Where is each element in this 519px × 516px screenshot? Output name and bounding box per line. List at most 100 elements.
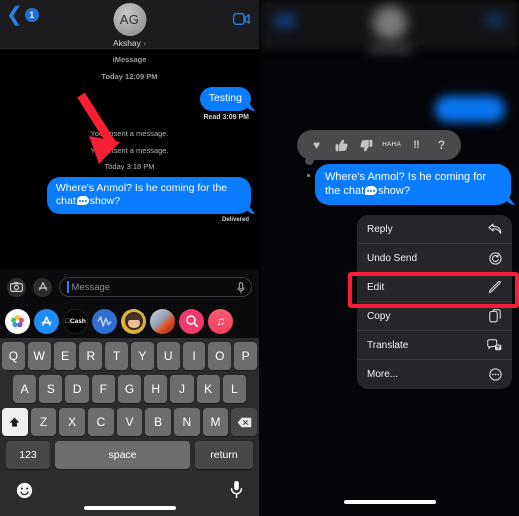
key-s[interactable]: S [39,375,63,403]
key-w[interactable]: W [27,342,51,370]
audio-waveform-icon [97,315,112,327]
exclamation-tapback[interactable]: ‼ [409,139,424,151]
emoji-key[interactable] [16,482,33,504]
sticker-thumbnail [150,308,175,334]
dictation-key[interactable] [230,480,243,504]
key-j[interactable]: J [170,375,194,403]
onscreen-keyboard[interactable]: Q W E R T Y U I O P A S D F G H J K L Z … [0,338,259,474]
app-store-app-icon[interactable] [34,308,59,334]
context-menu-item-reply[interactable]: Reply [357,215,512,244]
screenshot-stage: ❮ 1 AG Akshay › iMessage Today 12:09 PM [0,0,519,516]
key-f[interactable]: F [91,375,115,403]
context-menu-item-undo-send[interactable]: Undo Send [357,244,512,273]
blurred-avatar [372,6,407,40]
thumbs-up-tapback[interactable] [334,139,349,152]
haha-tapback[interactable]: HA HA [382,140,401,149]
key-r[interactable]: R [79,342,103,370]
memoji-app-icon[interactable] [121,308,146,334]
context-menu-label: Copy [367,310,391,322]
message-input-bar: Message [0,270,259,304]
context-menu-label: Undo Send [367,252,418,264]
reply-arrow-icon [488,223,502,235]
heart-tapback[interactable]: ♥ [309,138,324,152]
right-phone-panel: ♥ HA HA ‼ ? Where's Anmol? Is he coming … [259,0,519,516]
apple-cash-app-icon[interactable]: Cash [63,308,88,334]
camera-button[interactable] [7,277,26,297]
back-button[interactable]: ❮ 1 [6,4,39,26]
key-l[interactable]: L [222,375,246,403]
unread-badge: 1 [24,8,39,22]
tapback-reaction-bar[interactable]: ♥ HA HA ‼ ? [297,130,461,165]
facetime-button[interactable] [232,12,250,30]
message-text-part2: show? [89,195,121,207]
digital-touch-app-icon[interactable] [92,308,117,334]
key-x[interactable]: X [59,408,85,436]
read-receipt: Read 3:09 PM [203,114,249,121]
home-indicator [343,500,436,504]
music-app-icon[interactable]: ♫ [208,308,233,334]
message-bubble-testing[interactable]: Testing [199,87,251,111]
space-key[interactable]: space [55,441,190,469]
key-z[interactable]: Z [30,408,57,436]
message-bubble-anmol[interactable]: Where's Anmol? Is he coming for the chat… [46,177,251,214]
contact-name: Akshay › [113,38,146,48]
message-input-field[interactable]: Message [59,277,252,297]
key-d[interactable]: D [65,375,89,403]
unsent-notice-2: You unsent a message. [90,146,169,155]
microphone-icon[interactable] [237,282,245,294]
key-q[interactable]: Q [2,342,25,370]
key-g[interactable]: G [117,375,142,403]
stickers-app-icon[interactable] [150,308,175,334]
imessage-apps-button[interactable] [33,277,52,297]
disclosure-chevron-icon: › [143,39,146,48]
return-key[interactable]: return [195,441,253,469]
question-tapback[interactable]: ? [434,138,449,152]
haha-line-1: HA [382,140,392,148]
numbers-key[interactable]: 123 [6,441,50,469]
focused-message-bubble[interactable]: Where's Anmol? Is he coming for the chat… [307,164,511,205]
imessage-app-drawer[interactable]: Cash [0,304,259,338]
key-u[interactable]: U [156,342,180,370]
key-a[interactable]: A [13,375,37,403]
message-row: Where's Anmol? Is he coming for the chat… [8,177,251,214]
service-timestamp: Today 12:09 PM [101,71,158,81]
chevron-left-icon: ❮ [6,4,23,26]
delivery-status: Delivered [221,217,249,223]
context-menu-item-translate[interactable]: Translate [357,331,512,360]
backspace-key[interactable] [231,408,258,436]
key-e[interactable]: E [53,342,77,370]
key-y[interactable]: Y [131,342,154,370]
camera-icon [10,282,23,292]
magnifier-icon [185,315,198,328]
key-m[interactable]: M [202,408,229,436]
contact-header[interactable]: AG Akshay › [113,3,146,48]
blurred-message-bubble [435,96,505,122]
blurred-back-button [274,14,296,28]
undo-circle-icon [489,251,502,265]
context-menu-item-more[interactable]: More... [357,360,512,389]
key-i[interactable]: I [182,342,206,370]
key-n[interactable]: N [174,408,200,436]
blurred-facetime-button [485,13,505,27]
keyboard-row-4: 123 space return [2,441,257,469]
message-row: Testing [8,87,251,111]
keyboard-footer [0,474,259,516]
context-menu-label: Reply [367,223,393,235]
text-caret [67,281,69,293]
key-p[interactable]: P [234,342,257,370]
images-search-app-icon[interactable] [179,308,204,334]
key-k[interactable]: K [196,375,220,403]
photos-app-icon[interactable] [5,308,30,334]
key-v[interactable]: V [116,408,143,436]
key-c[interactable]: C [88,408,114,436]
key-t[interactable]: T [105,342,128,370]
shift-key[interactable] [1,408,28,436]
key-b[interactable]: B [145,408,172,436]
key-h[interactable]: H [144,375,168,403]
copy-document-icon [489,309,502,323]
message-thread[interactable]: iMessage Today 12:09 PM Testing Read 3:0… [0,49,259,270]
key-o[interactable]: O [208,342,232,370]
thumbs-down-tapback[interactable] [359,139,374,152]
left-phone-panel: ❮ 1 AG Akshay › iMessage Today 12:09 PM [0,0,259,516]
video-camera-icon [232,12,250,26]
